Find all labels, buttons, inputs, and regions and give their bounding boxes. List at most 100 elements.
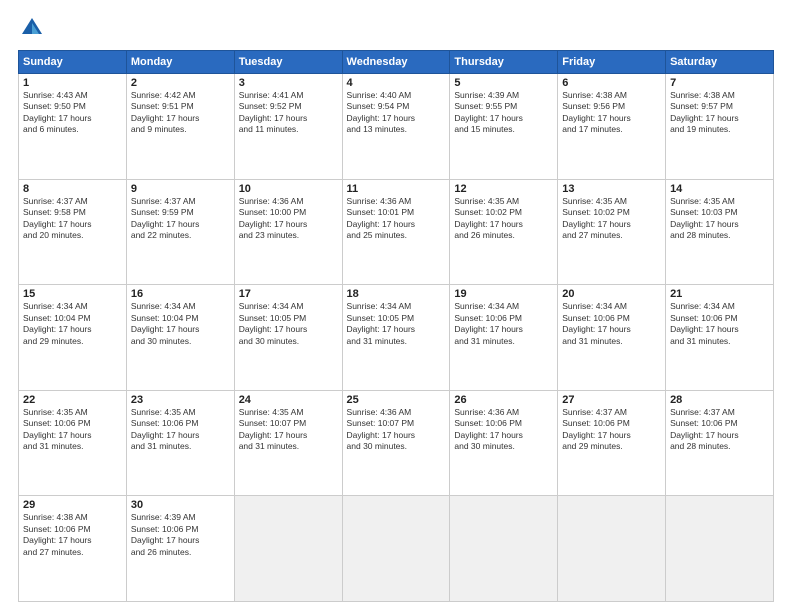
day-number: 17	[239, 288, 338, 300]
calendar-cell: 5Sunrise: 4:39 AM Sunset: 9:55 PM Daylig…	[450, 74, 558, 180]
cell-info: Sunrise: 4:35 AM Sunset: 10:06 PM Daylig…	[23, 407, 122, 453]
calendar-cell: 9Sunrise: 4:37 AM Sunset: 9:59 PM Daylig…	[126, 179, 234, 285]
calendar-week-row: 1Sunrise: 4:43 AM Sunset: 9:50 PM Daylig…	[19, 74, 774, 180]
calendar-table: SundayMondayTuesdayWednesdayThursdayFrid…	[18, 50, 774, 602]
day-number: 1	[23, 77, 122, 89]
calendar-cell: 11Sunrise: 4:36 AM Sunset: 10:01 PM Dayl…	[342, 179, 450, 285]
calendar-cell	[234, 496, 342, 602]
calendar-week-row: 15Sunrise: 4:34 AM Sunset: 10:04 PM Dayl…	[19, 285, 774, 391]
calendar-cell	[558, 496, 666, 602]
day-number: 21	[670, 288, 769, 300]
cell-info: Sunrise: 4:34 AM Sunset: 10:06 PM Daylig…	[670, 301, 769, 347]
calendar-cell: 14Sunrise: 4:35 AM Sunset: 10:03 PM Dayl…	[666, 179, 774, 285]
cell-info: Sunrise: 4:35 AM Sunset: 10:02 PM Daylig…	[562, 196, 661, 242]
calendar-cell: 29Sunrise: 4:38 AM Sunset: 10:06 PM Dayl…	[19, 496, 127, 602]
calendar-cell: 22Sunrise: 4:35 AM Sunset: 10:06 PM Dayl…	[19, 390, 127, 496]
cell-info: Sunrise: 4:34 AM Sunset: 10:04 PM Daylig…	[23, 301, 122, 347]
day-number: 25	[347, 394, 446, 406]
day-number: 9	[131, 183, 230, 195]
calendar-cell: 24Sunrise: 4:35 AM Sunset: 10:07 PM Dayl…	[234, 390, 342, 496]
calendar-cell: 7Sunrise: 4:38 AM Sunset: 9:57 PM Daylig…	[666, 74, 774, 180]
calendar-cell: 18Sunrise: 4:34 AM Sunset: 10:05 PM Dayl…	[342, 285, 450, 391]
cell-info: Sunrise: 4:36 AM Sunset: 10:07 PM Daylig…	[347, 407, 446, 453]
cell-info: Sunrise: 4:43 AM Sunset: 9:50 PM Dayligh…	[23, 90, 122, 136]
calendar-cell: 28Sunrise: 4:37 AM Sunset: 10:06 PM Dayl…	[666, 390, 774, 496]
calendar-cell: 30Sunrise: 4:39 AM Sunset: 10:06 PM Dayl…	[126, 496, 234, 602]
col-header-sunday: Sunday	[19, 51, 127, 74]
day-number: 19	[454, 288, 553, 300]
cell-info: Sunrise: 4:36 AM Sunset: 10:01 PM Daylig…	[347, 196, 446, 242]
page: SundayMondayTuesdayWednesdayThursdayFrid…	[0, 0, 792, 612]
cell-info: Sunrise: 4:41 AM Sunset: 9:52 PM Dayligh…	[239, 90, 338, 136]
day-number: 16	[131, 288, 230, 300]
day-number: 14	[670, 183, 769, 195]
calendar-week-row: 22Sunrise: 4:35 AM Sunset: 10:06 PM Dayl…	[19, 390, 774, 496]
cell-info: Sunrise: 4:36 AM Sunset: 10:06 PM Daylig…	[454, 407, 553, 453]
day-number: 3	[239, 77, 338, 89]
day-number: 18	[347, 288, 446, 300]
calendar-cell: 8Sunrise: 4:37 AM Sunset: 9:58 PM Daylig…	[19, 179, 127, 285]
calendar-cell	[450, 496, 558, 602]
cell-info: Sunrise: 4:39 AM Sunset: 10:06 PM Daylig…	[131, 512, 230, 558]
calendar-cell: 10Sunrise: 4:36 AM Sunset: 10:00 PM Dayl…	[234, 179, 342, 285]
cell-info: Sunrise: 4:40 AM Sunset: 9:54 PM Dayligh…	[347, 90, 446, 136]
calendar-cell: 19Sunrise: 4:34 AM Sunset: 10:06 PM Dayl…	[450, 285, 558, 391]
day-number: 5	[454, 77, 553, 89]
day-number: 4	[347, 77, 446, 89]
day-number: 6	[562, 77, 661, 89]
calendar-cell: 3Sunrise: 4:41 AM Sunset: 9:52 PM Daylig…	[234, 74, 342, 180]
day-number: 10	[239, 183, 338, 195]
day-number: 13	[562, 183, 661, 195]
cell-info: Sunrise: 4:34 AM Sunset: 10:05 PM Daylig…	[239, 301, 338, 347]
cell-info: Sunrise: 4:34 AM Sunset: 10:06 PM Daylig…	[562, 301, 661, 347]
calendar-cell: 26Sunrise: 4:36 AM Sunset: 10:06 PM Dayl…	[450, 390, 558, 496]
cell-info: Sunrise: 4:35 AM Sunset: 10:02 PM Daylig…	[454, 196, 553, 242]
calendar-week-row: 8Sunrise: 4:37 AM Sunset: 9:58 PM Daylig…	[19, 179, 774, 285]
cell-info: Sunrise: 4:34 AM Sunset: 10:04 PM Daylig…	[131, 301, 230, 347]
col-header-thursday: Thursday	[450, 51, 558, 74]
cell-info: Sunrise: 4:34 AM Sunset: 10:06 PM Daylig…	[454, 301, 553, 347]
cell-info: Sunrise: 4:35 AM Sunset: 10:03 PM Daylig…	[670, 196, 769, 242]
cell-info: Sunrise: 4:37 AM Sunset: 10:06 PM Daylig…	[562, 407, 661, 453]
day-number: 20	[562, 288, 661, 300]
day-number: 26	[454, 394, 553, 406]
col-header-friday: Friday	[558, 51, 666, 74]
logo	[18, 14, 50, 42]
calendar-cell: 2Sunrise: 4:42 AM Sunset: 9:51 PM Daylig…	[126, 74, 234, 180]
day-number: 28	[670, 394, 769, 406]
cell-info: Sunrise: 4:38 AM Sunset: 9:57 PM Dayligh…	[670, 90, 769, 136]
calendar-cell: 27Sunrise: 4:37 AM Sunset: 10:06 PM Dayl…	[558, 390, 666, 496]
day-number: 29	[23, 499, 122, 511]
day-number: 22	[23, 394, 122, 406]
cell-info: Sunrise: 4:37 AM Sunset: 10:06 PM Daylig…	[670, 407, 769, 453]
calendar-cell	[342, 496, 450, 602]
cell-info: Sunrise: 4:38 AM Sunset: 9:56 PM Dayligh…	[562, 90, 661, 136]
logo-icon	[18, 14, 46, 42]
calendar-cell: 6Sunrise: 4:38 AM Sunset: 9:56 PM Daylig…	[558, 74, 666, 180]
calendar-week-row: 29Sunrise: 4:38 AM Sunset: 10:06 PM Dayl…	[19, 496, 774, 602]
cell-info: Sunrise: 4:38 AM Sunset: 10:06 PM Daylig…	[23, 512, 122, 558]
calendar-cell: 12Sunrise: 4:35 AM Sunset: 10:02 PM Dayl…	[450, 179, 558, 285]
day-number: 8	[23, 183, 122, 195]
cell-info: Sunrise: 4:42 AM Sunset: 9:51 PM Dayligh…	[131, 90, 230, 136]
col-header-wednesday: Wednesday	[342, 51, 450, 74]
calendar-cell: 17Sunrise: 4:34 AM Sunset: 10:05 PM Dayl…	[234, 285, 342, 391]
day-number: 11	[347, 183, 446, 195]
calendar-cell	[666, 496, 774, 602]
day-number: 2	[131, 77, 230, 89]
day-number: 24	[239, 394, 338, 406]
cell-info: Sunrise: 4:35 AM Sunset: 10:06 PM Daylig…	[131, 407, 230, 453]
calendar-cell: 15Sunrise: 4:34 AM Sunset: 10:04 PM Dayl…	[19, 285, 127, 391]
header	[18, 14, 774, 42]
day-number: 23	[131, 394, 230, 406]
cell-info: Sunrise: 4:34 AM Sunset: 10:05 PM Daylig…	[347, 301, 446, 347]
cell-info: Sunrise: 4:36 AM Sunset: 10:00 PM Daylig…	[239, 196, 338, 242]
col-header-monday: Monday	[126, 51, 234, 74]
col-header-tuesday: Tuesday	[234, 51, 342, 74]
calendar-cell: 20Sunrise: 4:34 AM Sunset: 10:06 PM Dayl…	[558, 285, 666, 391]
day-number: 30	[131, 499, 230, 511]
calendar-cell: 25Sunrise: 4:36 AM Sunset: 10:07 PM Dayl…	[342, 390, 450, 496]
day-number: 27	[562, 394, 661, 406]
col-header-saturday: Saturday	[666, 51, 774, 74]
day-number: 7	[670, 77, 769, 89]
